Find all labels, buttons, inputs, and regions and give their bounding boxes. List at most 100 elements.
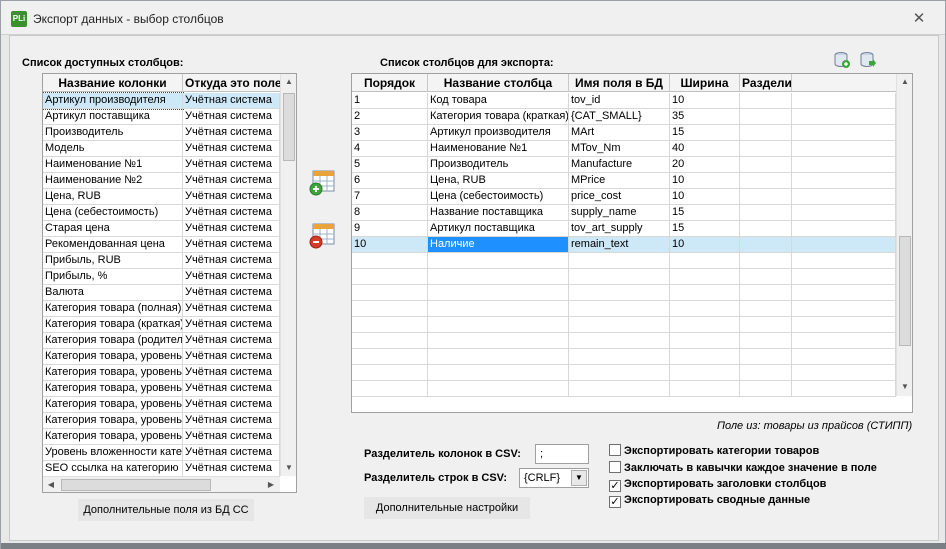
cell-order[interactable] xyxy=(352,333,428,349)
cell-order[interactable]: 10 xyxy=(352,237,428,253)
row-separator-select[interactable]: {CRLF} ▼ xyxy=(519,468,589,488)
table-row[interactable]: Артикул производителя Учётная система xyxy=(43,92,280,110)
cell-order[interactable]: 8 xyxy=(352,205,428,221)
cell-empty[interactable] xyxy=(792,365,896,381)
cell-separator[interactable] xyxy=(740,349,792,365)
cell-width[interactable]: 20 xyxy=(670,157,740,173)
table-row[interactable]: Производитель Учётная система xyxy=(43,125,280,141)
available-columns-vscroll[interactable]: ▲ ▼ xyxy=(280,74,296,476)
cell-column-name[interactable]: Категория товара, уровень 1 xyxy=(43,349,183,365)
cell-order[interactable] xyxy=(352,349,428,365)
cell-width[interactable]: 10 xyxy=(670,189,740,205)
cell-width[interactable] xyxy=(670,333,740,349)
cell-empty[interactable] xyxy=(792,173,896,189)
cell-db-field[interactable]: MPrice xyxy=(569,173,670,189)
table-row[interactable]: Артикул поставщика Учётная система xyxy=(43,109,280,125)
cell-empty[interactable] xyxy=(792,141,896,157)
cell-separator[interactable] xyxy=(740,221,792,237)
scroll-right-arrow[interactable]: ▶ xyxy=(263,477,279,492)
cell-column-name[interactable]: Рекомендованная цена xyxy=(43,237,183,253)
table-row[interactable]: 9 Артикул поставщика tov_art_supply 15 xyxy=(352,221,896,237)
cell-empty[interactable] xyxy=(792,269,896,285)
table-row[interactable]: Категория товара (родитель) Учётная систе… xyxy=(43,333,280,349)
cell-column-source[interactable]: Учётная система xyxy=(183,269,280,285)
cell-separator[interactable] xyxy=(740,141,792,157)
cell-width[interactable]: 35 xyxy=(670,109,740,125)
scroll-thumb[interactable] xyxy=(283,93,295,161)
cell-db-field[interactable] xyxy=(569,269,670,285)
cell-column-source[interactable]: Учётная система xyxy=(183,141,280,157)
scroll-up-arrow[interactable]: ▲ xyxy=(897,74,912,90)
checkbox-unchecked[interactable] xyxy=(609,444,621,456)
chevron-down-icon[interactable]: ▼ xyxy=(571,470,587,486)
cell-order[interactable]: 1 xyxy=(352,93,428,109)
cell-column-name[interactable]: Наименование №1 xyxy=(43,157,183,173)
cell-title[interactable] xyxy=(428,365,569,381)
cell-column-source[interactable]: Учётная система xyxy=(183,109,280,125)
cell-separator[interactable] xyxy=(740,301,792,317)
cell-db-field[interactable] xyxy=(569,285,670,301)
cell-order[interactable] xyxy=(352,301,428,317)
table-row-empty[interactable] xyxy=(352,253,896,269)
cell-separator[interactable] xyxy=(740,365,792,381)
cell-column-name[interactable]: Наименование №2 xyxy=(43,173,183,189)
table-row[interactable]: 4 Наименование №1 MTov_Nm 40 xyxy=(352,141,896,157)
cell-column-source[interactable]: Учётная система xyxy=(183,365,280,381)
cell-column-name[interactable]: Валюта xyxy=(43,285,183,301)
cell-separator[interactable] xyxy=(740,317,792,333)
scroll-down-arrow[interactable]: ▼ xyxy=(897,379,912,395)
export-columns-grid[interactable]: Порядок Название столбца Имя поля в БД Ш… xyxy=(351,73,913,413)
cell-order[interactable]: 3 xyxy=(352,125,428,141)
cell-column-name[interactable]: Артикул производителя xyxy=(43,92,184,110)
checkbox-unchecked[interactable] xyxy=(609,461,621,473)
table-row-empty[interactable] xyxy=(352,301,896,317)
cell-db-field[interactable]: price_cost xyxy=(569,189,670,205)
cell-order[interactable] xyxy=(352,381,428,397)
cell-separator[interactable] xyxy=(740,237,792,253)
option-checkbox-row[interactable]: ✓ Экспортировать сводные данные xyxy=(609,494,810,508)
cell-column-name[interactable]: Категория товара, уровень 3 xyxy=(43,381,183,397)
column-header-separator[interactable]: Разделитель xyxy=(740,74,792,92)
table-row[interactable]: Категория товара, уровень 6 Учётная систе… xyxy=(43,429,280,445)
cell-separator[interactable] xyxy=(740,333,792,349)
export-columns-vscroll[interactable]: ▲ ▼ xyxy=(896,74,912,396)
cell-empty[interactable] xyxy=(792,285,896,301)
cell-width[interactable]: 10 xyxy=(670,237,740,253)
table-row[interactable]: Наименование №2 Учётная система xyxy=(43,173,280,189)
table-row[interactable]: 5 Производитель Manufacture 20 xyxy=(352,157,896,173)
cell-width[interactable] xyxy=(670,269,740,285)
cell-column-source[interactable]: Учётная система xyxy=(183,285,280,301)
cell-width[interactable] xyxy=(670,349,740,365)
cell-column-source[interactable]: Учётная система xyxy=(183,205,280,221)
table-row[interactable]: Прибыль, % Учётная система xyxy=(43,269,280,285)
cell-empty[interactable] xyxy=(792,253,896,269)
column-separator-input[interactable]: ; xyxy=(535,444,589,464)
cell-title[interactable] xyxy=(428,317,569,333)
cell-column-source[interactable]: Учётная система xyxy=(183,461,280,477)
cell-title[interactable]: Код товара xyxy=(428,93,569,109)
cell-column-source[interactable]: Учётная система xyxy=(183,317,280,333)
cell-column-source[interactable]: Учётная система xyxy=(183,157,280,173)
table-row-empty[interactable] xyxy=(352,269,896,285)
table-row[interactable]: Категория товара, уровень 2 Учётная систе… xyxy=(43,365,280,381)
cell-separator[interactable] xyxy=(740,189,792,205)
cell-title[interactable]: Наименование №1 xyxy=(428,141,569,157)
cell-empty[interactable] xyxy=(792,93,896,109)
cell-column-name[interactable]: Категория товара, уровень 6 xyxy=(43,429,183,445)
option-checkbox-row[interactable]: Экспортировать категории товаров xyxy=(609,444,819,457)
cell-column-name[interactable]: Прибыль, % xyxy=(43,269,183,285)
cell-empty[interactable] xyxy=(792,237,896,253)
cell-width[interactable] xyxy=(670,285,740,301)
cell-db-field[interactable]: MArt xyxy=(569,125,670,141)
cell-order[interactable] xyxy=(352,365,428,381)
cell-title[interactable] xyxy=(428,381,569,397)
cell-db-field[interactable]: {CAT_SMALL} xyxy=(569,109,670,125)
cell-column-name[interactable]: SEO ссылка на категорию xyxy=(43,461,183,477)
table-row[interactable]: Категория товара, уровень 5 Учётная систе… xyxy=(43,413,280,429)
available-columns-grid[interactable]: Название колонки Откуда это поле Артикул… xyxy=(42,73,297,493)
table-row[interactable]: 2 Категория товара (краткая) {CAT_SMALL} 35 xyxy=(352,109,896,125)
cell-column-name[interactable]: Артикул поставщика xyxy=(43,109,183,125)
cell-column-source[interactable]: Учётная система xyxy=(183,445,280,461)
cell-db-field[interactable]: MTov_Nm xyxy=(569,141,670,157)
option-checkbox-row[interactable]: ✓ Экспортировать заголовки столбцов xyxy=(609,478,826,492)
